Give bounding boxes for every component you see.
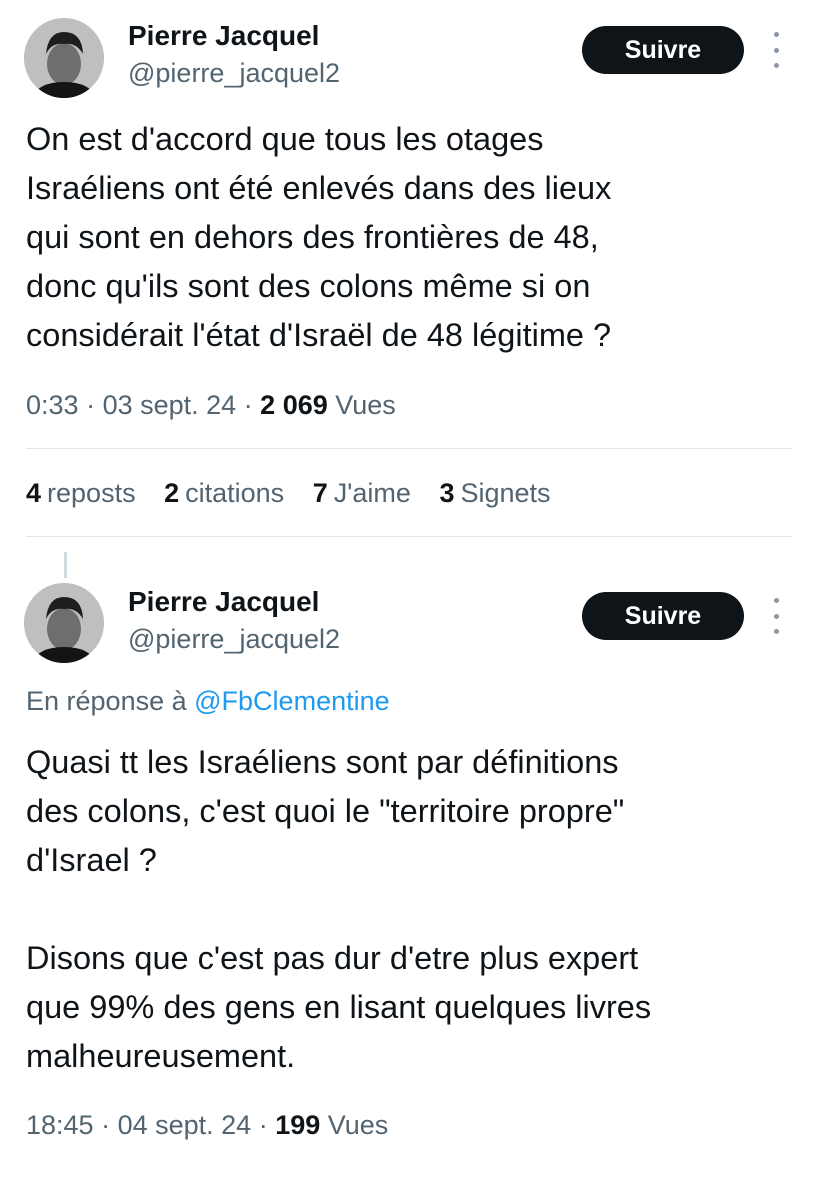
tweet-meta: 18:45 · 04 sept. 24 · 199 Vues (26, 1110, 389, 1140)
tweet-time[interactable]: 18:45 (26, 1110, 94, 1140)
tweet-date[interactable]: 03 sept. 24 (103, 390, 237, 420)
stat-bookmarks[interactable]: 3 Signets (439, 478, 550, 509)
tweet-meta: 0:33 · 03 sept. 24 · 2 069 Vues (26, 390, 396, 420)
avatar[interactable] (24, 18, 104, 98)
stat-likes[interactable]: 7 J'aime (313, 478, 411, 509)
more-vertical-icon[interactable] (766, 32, 786, 68)
reply-to: En réponse à @FbClementine (26, 686, 390, 717)
tweet-text: Quasi tt les Israéliens sont par définit… (26, 744, 652, 1074)
tweet-text: On est d'accord que tous les otages Isra… (26, 121, 612, 353)
reply-prefix: En réponse à (26, 686, 187, 716)
tweet-stats: 4 reposts 2 citations 7 J'aime 3 Signets (26, 478, 572, 509)
divider (26, 536, 792, 537)
views-count: 199 (275, 1110, 321, 1140)
reply-handle-link[interactable]: @FbClementine (194, 686, 390, 716)
author-name[interactable]: Pierre Jacquel (128, 20, 319, 52)
follow-button[interactable]: Suivre (582, 26, 744, 74)
thread-line (64, 552, 67, 578)
tweet-time[interactable]: 0:33 (26, 390, 79, 420)
views-label: Vues (327, 1110, 389, 1140)
author-handle[interactable]: @pierre_jacquel2 (128, 58, 340, 89)
author-name[interactable]: Pierre Jacquel (128, 586, 319, 618)
divider (26, 448, 792, 449)
follow-button[interactable]: Suivre (582, 592, 744, 640)
avatar[interactable] (24, 583, 104, 663)
more-vertical-icon[interactable] (766, 598, 786, 634)
author-handle[interactable]: @pierre_jacquel2 (128, 624, 340, 655)
tweet-date[interactable]: 04 sept. 24 (118, 1110, 252, 1140)
stat-citations[interactable]: 2 citations (164, 478, 284, 509)
views-count: 2 069 (260, 390, 328, 420)
stat-reposts[interactable]: 4 reposts (26, 478, 136, 509)
views-label: Vues (335, 390, 396, 420)
